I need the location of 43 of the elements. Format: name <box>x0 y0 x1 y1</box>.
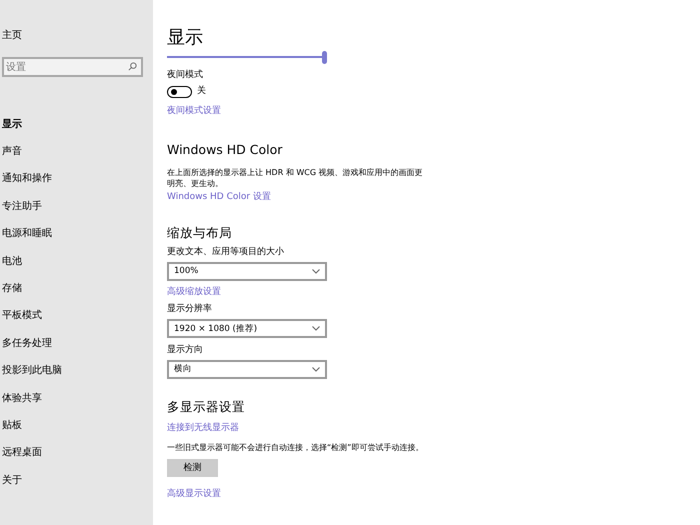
sidebar-item[interactable]: 存储 <box>2 275 143 303</box>
sidebar-item[interactable]: 电池 <box>2 248 143 276</box>
description: 在上面所选择的显示器上让 HDR 和 WCG 视频、游戏和应用中的画面更明亮、更生动。 <box>167 166 424 189</box>
field-label: 显示分辨率 <box>167 304 213 316</box>
toggle-state: 关 <box>197 86 206 98</box>
chevron-down-icon <box>312 366 320 372</box>
field-label: 更改文本、应用等项目的大小 <box>167 246 285 258</box>
dropdown[interactable]: 横向 <box>167 360 327 379</box>
home-link[interactable]: 主页 <box>2 30 143 50</box>
section-heading: Windows HD Color <box>167 142 284 157</box>
sidebar-item[interactable]: 通知和操作 <box>2 166 143 194</box>
sidebar-item[interactable]: 投影到此电脑 <box>2 358 143 385</box>
sidebar-item[interactable]: 贴板 <box>2 412 143 440</box>
advanced-display-link[interactable]: 高级显示设置 <box>167 488 221 500</box>
settings-link[interactable]: 高级缩放设置 <box>167 286 221 298</box>
section-heading: 多显示器设置 <box>167 398 246 414</box>
sidebar-item[interactable]: 平板模式 <box>2 302 143 330</box>
wireless-display-link[interactable]: 连接到无线显示器 <box>167 422 239 434</box>
detect-button[interactable]: 检测 <box>167 458 218 477</box>
page-title: 显示 <box>167 27 204 49</box>
toggle-switch[interactable] <box>167 86 192 98</box>
sidebar-item[interactable]: 关于 <box>2 467 143 494</box>
chevron-down-icon <box>312 326 320 332</box>
hd-color-settings-link[interactable]: Windows HD Color 设置 <box>167 192 271 203</box>
search-field[interactable]: 设置 <box>2 57 143 77</box>
chevron-down-icon <box>312 268 320 274</box>
search-icon <box>128 62 137 71</box>
sidebar-item[interactable]: 显示 <box>2 111 143 138</box>
field-label: 显示方向 <box>167 345 204 356</box>
sidebar-item[interactable]: 多任务处理 <box>2 330 143 358</box>
sidebar-item[interactable]: 专注助手 <box>2 193 143 221</box>
sidebar-item[interactable]: 声音 <box>2 138 143 166</box>
sidebar-item[interactable]: 远程桌面 <box>2 440 143 468</box>
slider-thumb[interactable] <box>322 51 327 64</box>
sidebar-item[interactable]: 电源和睡眠 <box>2 220 143 248</box>
section-heading: 缩放与布局 <box>167 224 233 240</box>
night-light-settings-link[interactable]: 夜间模式设置 <box>167 106 221 117</box>
description: 一些旧式显示器可能不会进行自动连接，选择“检测”即可尝试手动连接。 <box>167 442 424 453</box>
brightness-slider[interactable] <box>167 51 327 63</box>
dropdown[interactable]: 100% <box>167 262 327 281</box>
night-light-label: 夜间模式 <box>167 70 204 81</box>
dropdown[interactable]: 1920 × 1080 (推荐) <box>167 319 327 338</box>
sidebar-item[interactable]: 体验共享 <box>2 384 143 412</box>
